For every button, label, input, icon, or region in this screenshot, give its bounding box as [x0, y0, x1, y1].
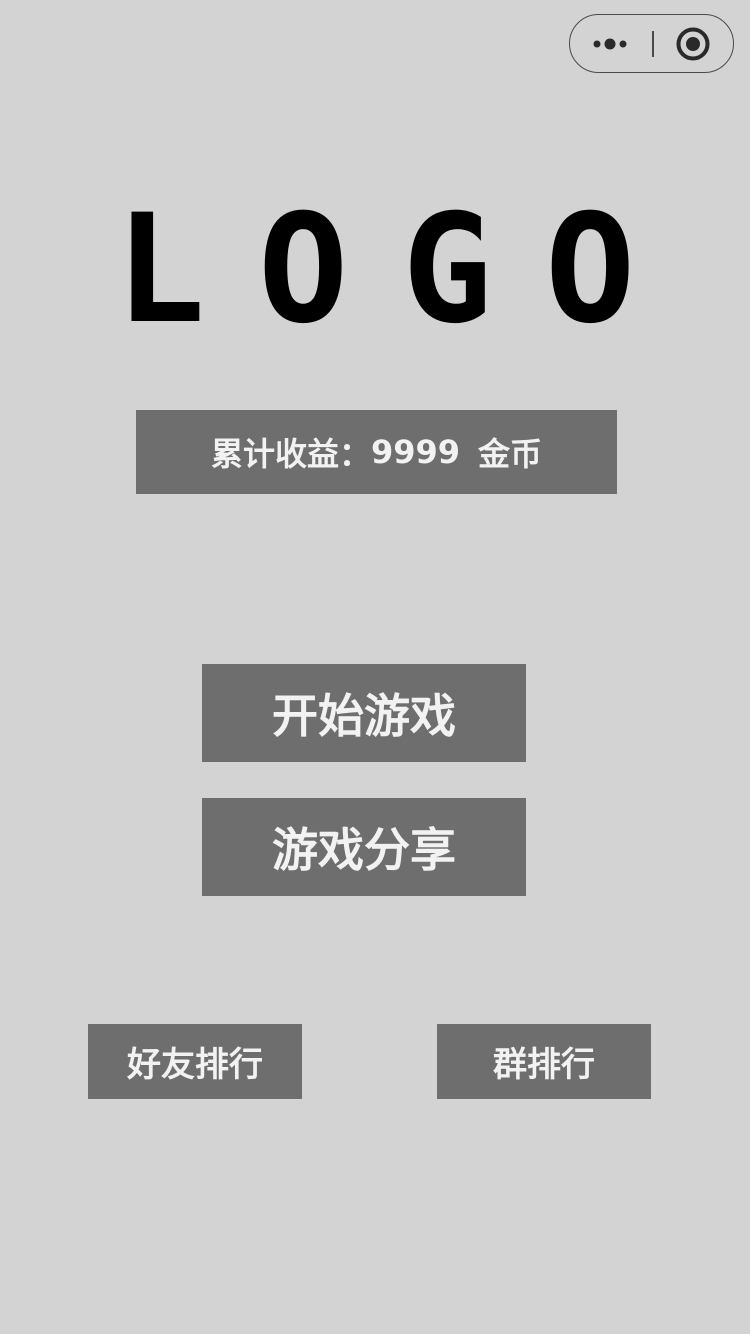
target-circle-icon [676, 27, 710, 60]
earnings-value: 9999 [370, 433, 461, 471]
logo-letter: L [115, 183, 206, 357]
more-dots-icon [593, 38, 627, 49]
logo-letter: G [402, 183, 493, 357]
friends-ranking-button[interactable]: 好友排行 [88, 1024, 302, 1099]
more-button[interactable] [570, 15, 652, 72]
start-game-button[interactable]: 开始游戏 [202, 664, 526, 762]
close-button[interactable] [654, 15, 734, 72]
logo-letter: O [545, 183, 636, 357]
group-ranking-button[interactable]: 群排行 [437, 1024, 651, 1099]
total-earnings-banner: 累计收益： 9999 金币 [136, 410, 617, 494]
logo-letter: O [258, 183, 349, 357]
mini-program-capsule [569, 14, 734, 73]
game-logo: L O G O [0, 190, 750, 379]
share-game-button[interactable]: 游戏分享 [202, 798, 526, 896]
earnings-unit: 金币 [478, 435, 543, 473]
game-home-screen: L O G O 累计收益： 9999 金币 开始游戏 游戏分享 好友排行 群排行 [0, 0, 750, 1334]
earnings-label: 累计收益： [210, 435, 371, 473]
